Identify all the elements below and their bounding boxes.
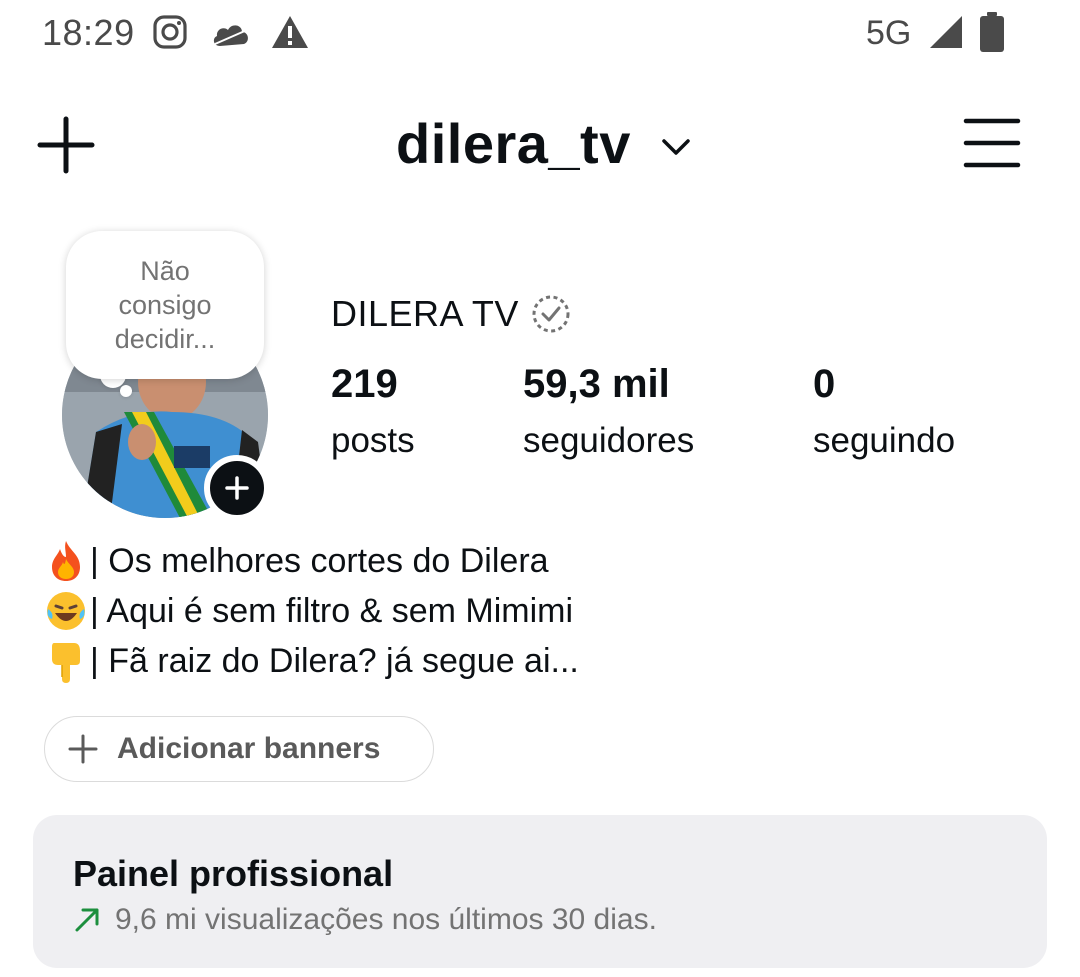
bio-line: | Os melhores cortes do Dilera: [44, 536, 1044, 586]
stat-followers-value: 59,3 mil: [523, 362, 670, 406]
stat-followers-label: seguidores: [523, 421, 695, 460]
add-banners-label: Adicionar banners: [117, 732, 381, 765]
stat-posts-label: posts: [331, 421, 415, 460]
stat-following[interactable]: 0 seguindo: [813, 362, 955, 461]
bio-line-text: | Fã raiz do Dilera? já segue ai...: [90, 642, 579, 680]
stat-following-value: 0: [813, 362, 836, 406]
note-bubble[interactable]: Não consigo decidir...: [66, 231, 264, 379]
status-time: 18:29: [42, 12, 135, 53]
note-bubble-tail-small: [120, 385, 132, 397]
note-text: Não consigo decidir...: [114, 256, 216, 354]
network-type: 5G: [866, 14, 912, 52]
warning-icon: [272, 16, 308, 48]
bio-line-text: | Os melhores cortes do Dilera: [90, 542, 549, 580]
profile-header: dilera_tv: [0, 95, 1080, 205]
cloud-icon: [213, 25, 248, 46]
professional-dashboard-title: Painel profissional: [73, 853, 394, 894]
chevron-down-icon: [662, 138, 690, 155]
professional-dashboard-card[interactable]: Painel profissional 9,6 mi visualizações…: [33, 815, 1047, 968]
plus-icon: [68, 734, 98, 764]
display-name-row: DILERA TV: [331, 292, 573, 336]
stat-followers[interactable]: 59,3 mil seguidores: [523, 362, 694, 461]
display-name: DILERA TV: [331, 293, 519, 334]
account-switcher[interactable]: dilera_tv: [396, 111, 693, 176]
stat-posts-value: 219: [331, 362, 398, 406]
stat-posts[interactable]: 219 posts: [331, 362, 415, 461]
bio-line: | Aqui é sem filtro & sem Mimimi: [44, 586, 1044, 636]
battery-icon: [980, 12, 1004, 52]
add-banners-button[interactable]: Adicionar banners: [44, 716, 434, 782]
add-story-button[interactable]: [204, 455, 270, 521]
menu-icon[interactable]: [962, 115, 1022, 171]
bio-line-text: | Aqui é sem filtro & sem Mimimi: [90, 592, 574, 630]
verified-badge-icon[interactable]: [529, 292, 573, 336]
instagram-icon: [153, 15, 187, 49]
status-bar: 18:29 5G: [0, 0, 1080, 70]
plus-icon: [225, 476, 249, 500]
trend-up-arrow-icon: [75, 908, 99, 932]
username-title: dilera_tv: [396, 112, 631, 175]
professional-dashboard-subtitle: 9,6 mi visualizações nos últimos 30 dias…: [115, 903, 657, 936]
pointing-down-emoji-icon: [52, 643, 80, 683]
bio-line: | Fã raiz do Dilera? já segue ai...: [44, 636, 1044, 686]
bio: | Os melhores cortes do Dilera | Aqui é …: [44, 536, 1044, 686]
laughing-emoji-icon: [47, 592, 85, 630]
professional-dashboard-stats: 9,6 mi visualizações nos últimos 30 dias…: [73, 903, 657, 937]
plus-icon[interactable]: [36, 115, 96, 175]
stat-following-label: seguindo: [813, 421, 956, 460]
fire-emoji-icon: [52, 541, 80, 581]
signal-icon: [930, 16, 962, 48]
